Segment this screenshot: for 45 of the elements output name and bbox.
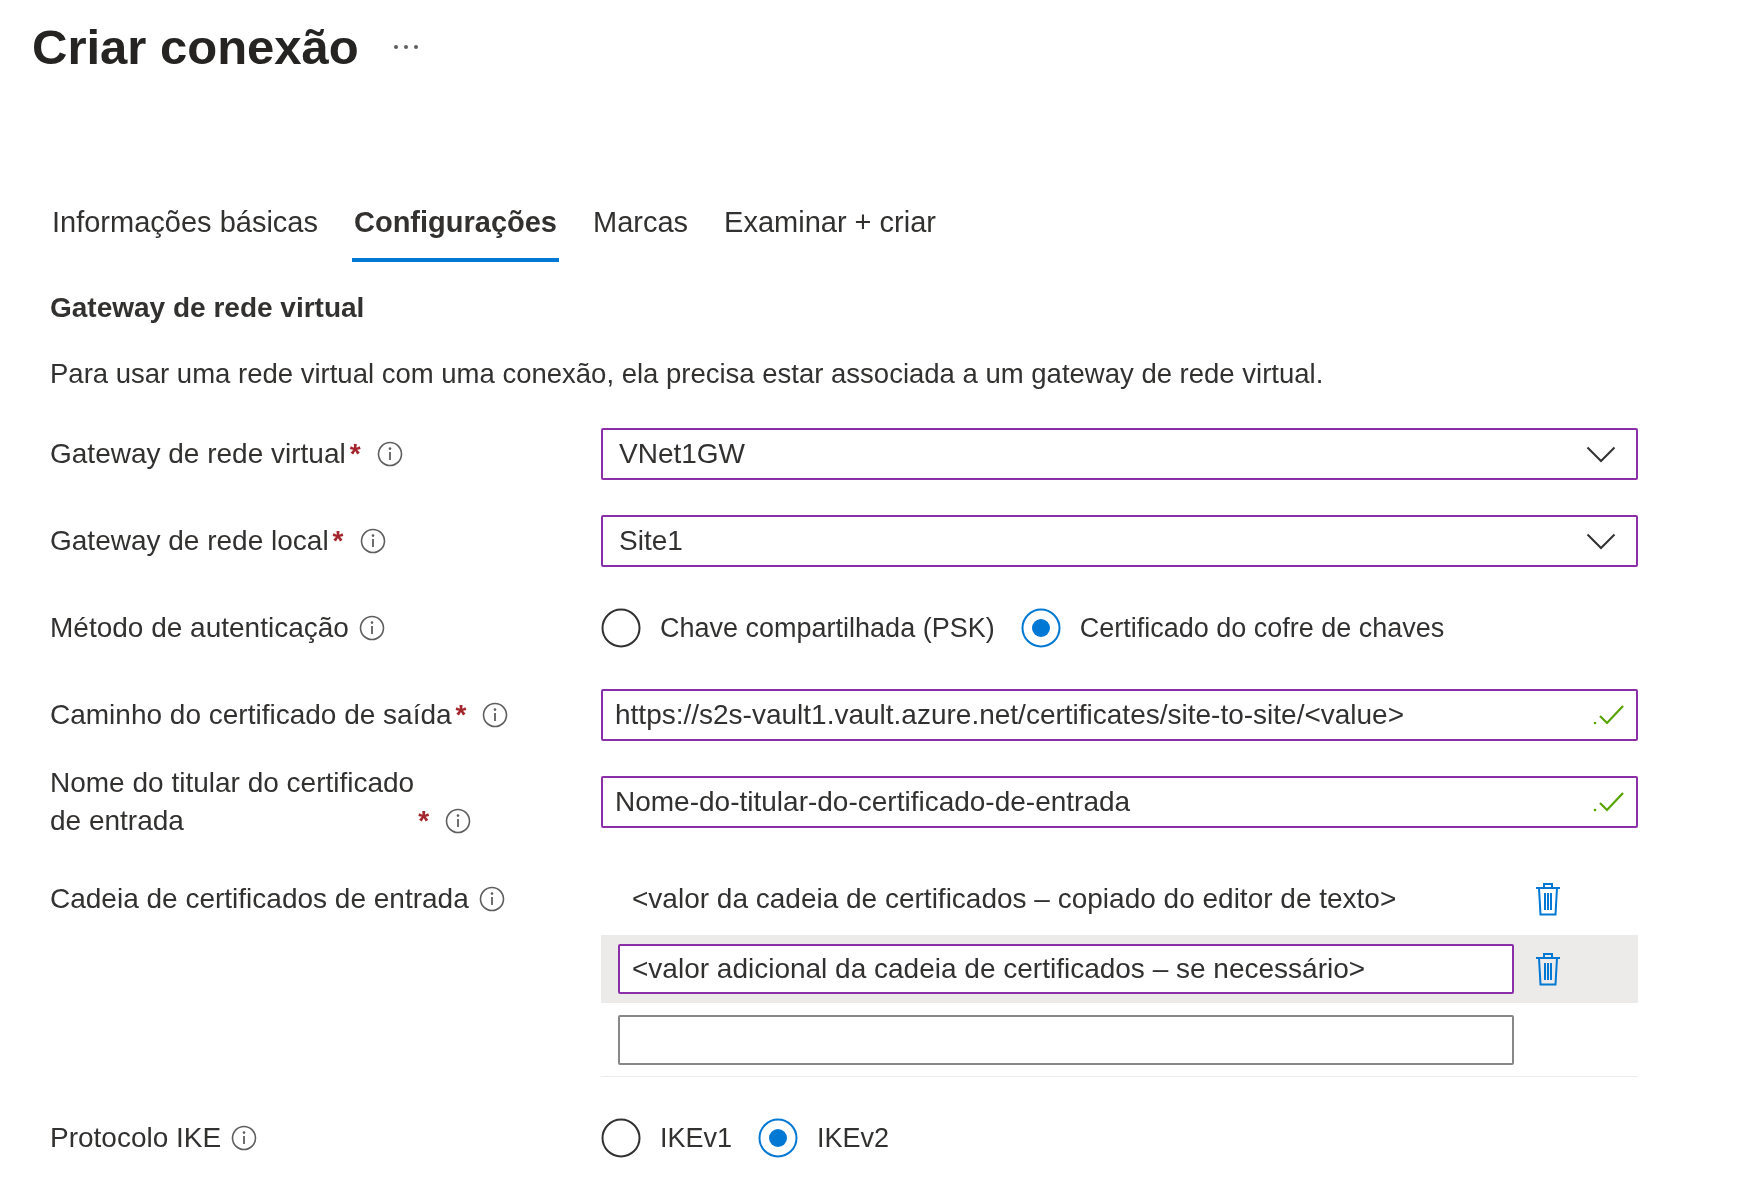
- radio-button[interactable]: [1020, 608, 1061, 648]
- field-label: Nome do titular do certificado de entrada: [50, 766, 415, 838]
- tab[interactable]: Examinar + criar: [722, 204, 938, 262]
- text-field[interactable]: Nome-do-titular-do-certificado-de-entrada: [601, 776, 1638, 828]
- tab[interactable]: Marcas: [591, 204, 691, 262]
- info-icon[interactable]: [482, 702, 509, 728]
- radio-button[interactable]: [601, 608, 641, 648]
- info-icon[interactable]: [445, 808, 472, 834]
- field-label: Gateway de rede virtual: [50, 437, 346, 471]
- required-indicator: *: [349, 438, 361, 469]
- radio-label: IKEv1: [660, 1122, 733, 1154]
- required-indicator: *: [418, 805, 430, 836]
- input-field[interactable]: <valor adicional da cadeia de certificados – se necessário>: [618, 944, 1514, 994]
- radio-button[interactable]: [601, 1118, 641, 1158]
- select-field[interactable]: VNet1GW: [601, 428, 1638, 480]
- trash-icon[interactable]: [1535, 952, 1561, 986]
- field-label: Método de autenticação: [50, 611, 349, 645]
- section-heading: Gateway de rede virtual: [50, 291, 366, 325]
- trash-icon[interactable]: [1535, 882, 1561, 916]
- chevron-down-icon: [1586, 532, 1616, 550]
- input-field[interactable]: [618, 1015, 1514, 1065]
- select-field[interactable]: Site1: [601, 515, 1638, 567]
- info-icon[interactable]: [358, 615, 385, 641]
- info-icon[interactable]: [478, 886, 505, 912]
- required-indicator: *: [455, 699, 467, 730]
- info-icon[interactable]: [231, 1125, 258, 1151]
- info-icon[interactable]: [359, 528, 386, 554]
- tab[interactable]: Informações básicas: [50, 204, 320, 262]
- text-field[interactable]: https://s2s-vault1.vault.azure.net/certificates/site-to-site/<value>: [601, 689, 1638, 741]
- required-indicator: *: [332, 525, 344, 556]
- section-description: Para usar uma rede virtual com uma conexão, ela precisa estar associada a um gateway de rede virtual.: [50, 357, 1325, 391]
- field-label: Caminho do certificado de saída: [50, 698, 452, 732]
- field-label: Cadeia de certificados de entrada: [50, 882, 469, 916]
- list-entry[interactable]: <valor da cadeia de certificados – copiado do editor de texto>: [618, 883, 1514, 915]
- radio-button[interactable]: [758, 1118, 799, 1158]
- radio-label: Chave compartilhada (PSK): [660, 612, 995, 644]
- info-icon[interactable]: [376, 441, 403, 467]
- radio-label: Certificado do cofre de chaves: [1079, 612, 1445, 644]
- radio-label: IKEv2: [817, 1122, 890, 1154]
- field-label: Protocolo IKE: [50, 1121, 222, 1155]
- field-label: Gateway de rede local: [50, 524, 329, 558]
- page-title: Criar conexão: [32, 19, 359, 76]
- more-icon[interactable]: [392, 44, 419, 50]
- tab[interactable]: Configurações: [351, 204, 559, 262]
- chevron-down-icon: [1586, 445, 1616, 463]
